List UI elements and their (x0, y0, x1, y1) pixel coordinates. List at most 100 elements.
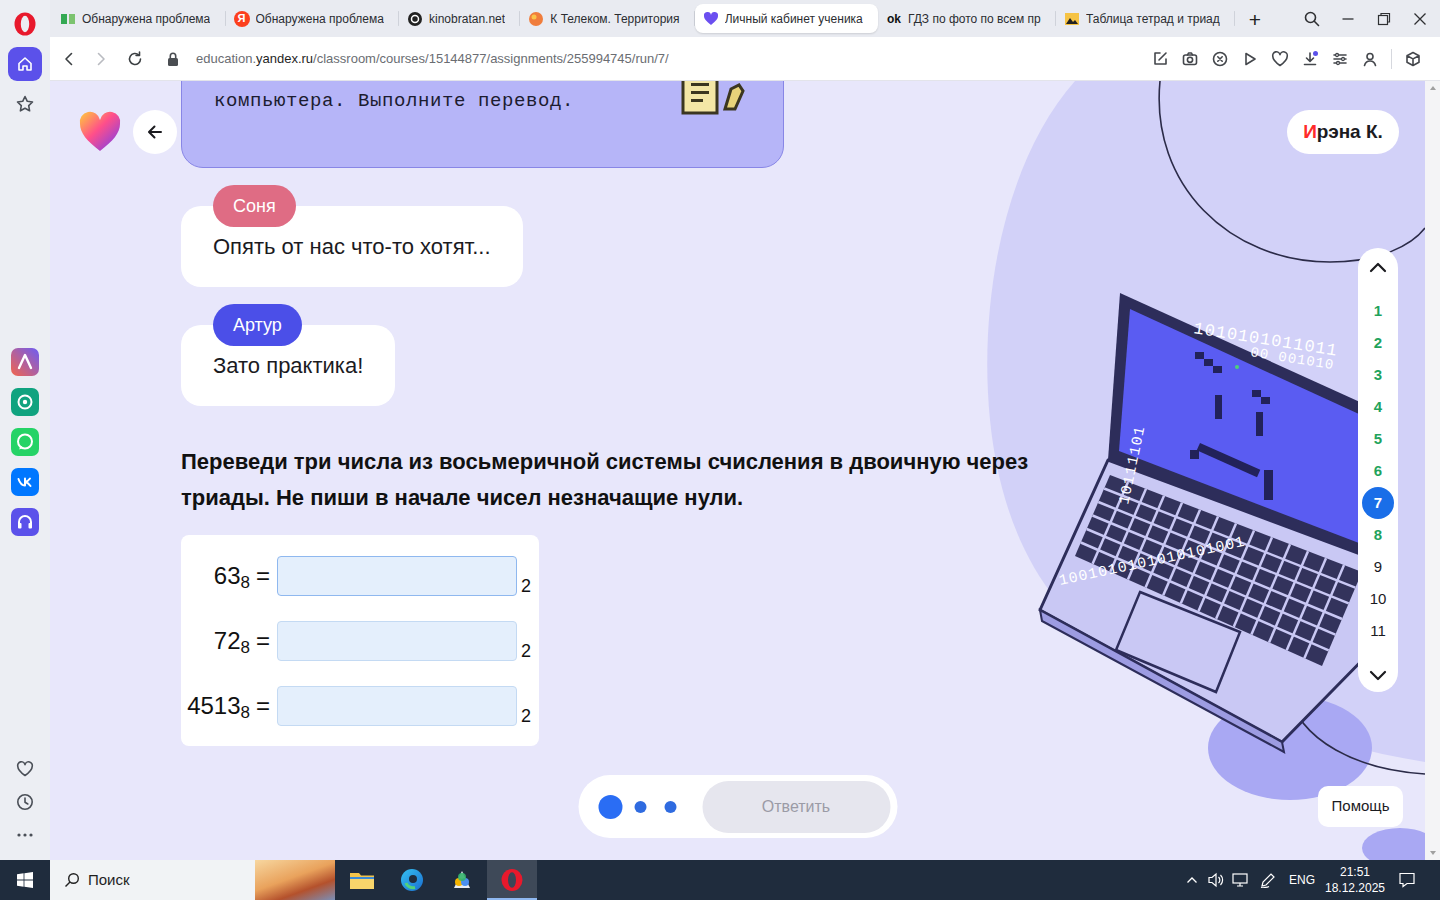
notifications-icon[interactable] (1393, 860, 1421, 900)
step-item[interactable]: 1 (1362, 295, 1394, 327)
camera-icon[interactable] (1175, 44, 1205, 74)
step-item[interactable]: 2 (1362, 327, 1394, 359)
conversion-row: 728=2 (185, 621, 529, 661)
scrollbar[interactable] (1425, 81, 1440, 860)
conversion-row: 45138=2 (185, 686, 529, 726)
taskbar-app[interactable] (337, 860, 387, 900)
browser-tab[interactable]: К Телеком. Территория (520, 4, 694, 33)
scroll-down-icon[interactable] (1429, 850, 1437, 856)
tab-favicon-icon (60, 11, 76, 27)
pager-dot[interactable] (634, 801, 646, 813)
user-name[interactable]: Ирэна К. (1287, 110, 1399, 154)
taskbar-search[interactable]: Поиск (50, 860, 335, 900)
step-item[interactable]: 4 (1362, 391, 1394, 423)
browser-tab[interactable]: ЯОбнаружена проблема (226, 4, 400, 33)
browser-tab[interactable]: okГДЗ по фото по всем пр (878, 4, 1056, 33)
search-icon[interactable] (1294, 0, 1330, 37)
uchebnik-logo-icon[interactable] (77, 109, 123, 155)
windows-logo-icon (16, 871, 34, 889)
back-icon[interactable] (53, 43, 85, 75)
opera-icon (500, 868, 524, 892)
chevron-down-icon[interactable] (1367, 665, 1389, 687)
help-button[interactable]: Помощь (1318, 786, 1403, 827)
more-icon[interactable] (15, 825, 35, 845)
number-value: 4513 (187, 688, 240, 724)
profile-icon[interactable] (1355, 44, 1385, 74)
pager-dot[interactable] (664, 801, 676, 813)
opera-logo-icon[interactable] (13, 12, 37, 36)
edit-icon[interactable] (1145, 44, 1175, 74)
binary-answer-input[interactable] (277, 621, 517, 661)
step-item[interactable]: 9 (1362, 551, 1394, 583)
settings-sliders-icon[interactable] (1325, 44, 1355, 74)
binary-answer-input[interactable] (277, 686, 517, 726)
browser-tab[interactable]: Личный кабинет ученика (695, 4, 878, 33)
window-controls (1294, 0, 1440, 37)
url-field[interactable]: education.yandex.ru/classroom/courses/15… (196, 49, 669, 69)
show-hidden-icon[interactable] (1180, 860, 1204, 900)
scroll-up-icon[interactable] (1429, 85, 1437, 91)
chevron-up-icon[interactable] (1367, 256, 1389, 278)
tab-favicon-icon (703, 11, 719, 27)
pager-slot[interactable] (625, 792, 655, 822)
step-item[interactable]: 11 (1362, 615, 1394, 647)
volume-icon[interactable] (1204, 860, 1228, 900)
player-icon[interactable] (11, 508, 39, 536)
toolbar-separator (1391, 49, 1392, 69)
history-icon[interactable] (15, 792, 35, 812)
clock[interactable]: 21:5118.12.2025 (1320, 864, 1390, 896)
tracker-block-icon[interactable] (1205, 44, 1235, 74)
reload-icon[interactable] (119, 43, 151, 75)
equals-sign: = (256, 623, 270, 659)
system-message: компьютера. Выполните перевод. (181, 81, 784, 168)
sidebar-item[interactable] (8, 87, 42, 121)
step-number: 7 (1374, 492, 1382, 515)
pager-slot[interactable] (595, 792, 625, 822)
download-icon[interactable] (1295, 44, 1325, 74)
favorites-icon[interactable] (15, 759, 35, 779)
browser-tab[interactable]: Обнаружена проблема (52, 4, 226, 33)
back-button[interactable] (133, 110, 177, 154)
arrow-left-icon (145, 122, 165, 142)
network-icon[interactable] (1228, 860, 1252, 900)
browser-tab[interactable]: Таблица тетрад и триад (1056, 4, 1235, 33)
submit-button[interactable]: Ответить (702, 781, 890, 833)
browser-tab[interactable]: kinobratan.net (399, 4, 520, 33)
pager-slot[interactable] (655, 792, 685, 822)
equals-sign: = (256, 558, 270, 594)
heart-icon[interactable] (1265, 44, 1295, 74)
binary-answer-input[interactable] (277, 556, 517, 596)
step-item[interactable]: 6 (1362, 455, 1394, 487)
new-tab-button[interactable]: + (1241, 5, 1269, 33)
extensions-cube-icon[interactable] (1398, 44, 1428, 74)
send-icon[interactable] (1235, 44, 1265, 74)
binary-text: 1001010101010101001 (1058, 534, 1247, 590)
whatsapp-icon[interactable] (11, 428, 39, 456)
number-value: 72 (214, 623, 241, 659)
input-language[interactable]: ENG (1285, 871, 1319, 889)
start-button[interactable] (0, 860, 50, 900)
tab-title: Таблица тетрад и триад (1086, 10, 1220, 28)
step-item[interactable]: 3 (1362, 359, 1394, 391)
sidebar-item[interactable] (8, 47, 42, 81)
step-item[interactable]: 7 (1362, 487, 1394, 519)
chatgpt-icon[interactable] (11, 388, 39, 416)
maximize-icon[interactable] (1366, 0, 1402, 37)
step-number: 4 (1374, 396, 1382, 419)
taskbar-app[interactable] (387, 860, 437, 900)
pager-dot[interactable] (598, 795, 622, 819)
vk-icon[interactable] (11, 468, 39, 496)
tab-favicon-icon (407, 11, 423, 27)
pen-icon[interactable] (1256, 860, 1280, 900)
step-item[interactable]: 8 (1362, 519, 1394, 551)
forward-icon[interactable] (85, 43, 117, 75)
close-icon[interactable] (1402, 0, 1438, 37)
aria-icon[interactable] (11, 348, 39, 376)
explorer-icon (349, 869, 375, 891)
taskbar-app[interactable] (487, 860, 537, 900)
step-item[interactable]: 10 (1362, 583, 1394, 615)
bookmarks-icon (15, 94, 35, 114)
step-item[interactable]: 5 (1362, 423, 1394, 455)
taskbar-app[interactable] (437, 860, 487, 900)
minimize-icon[interactable] (1330, 0, 1366, 37)
